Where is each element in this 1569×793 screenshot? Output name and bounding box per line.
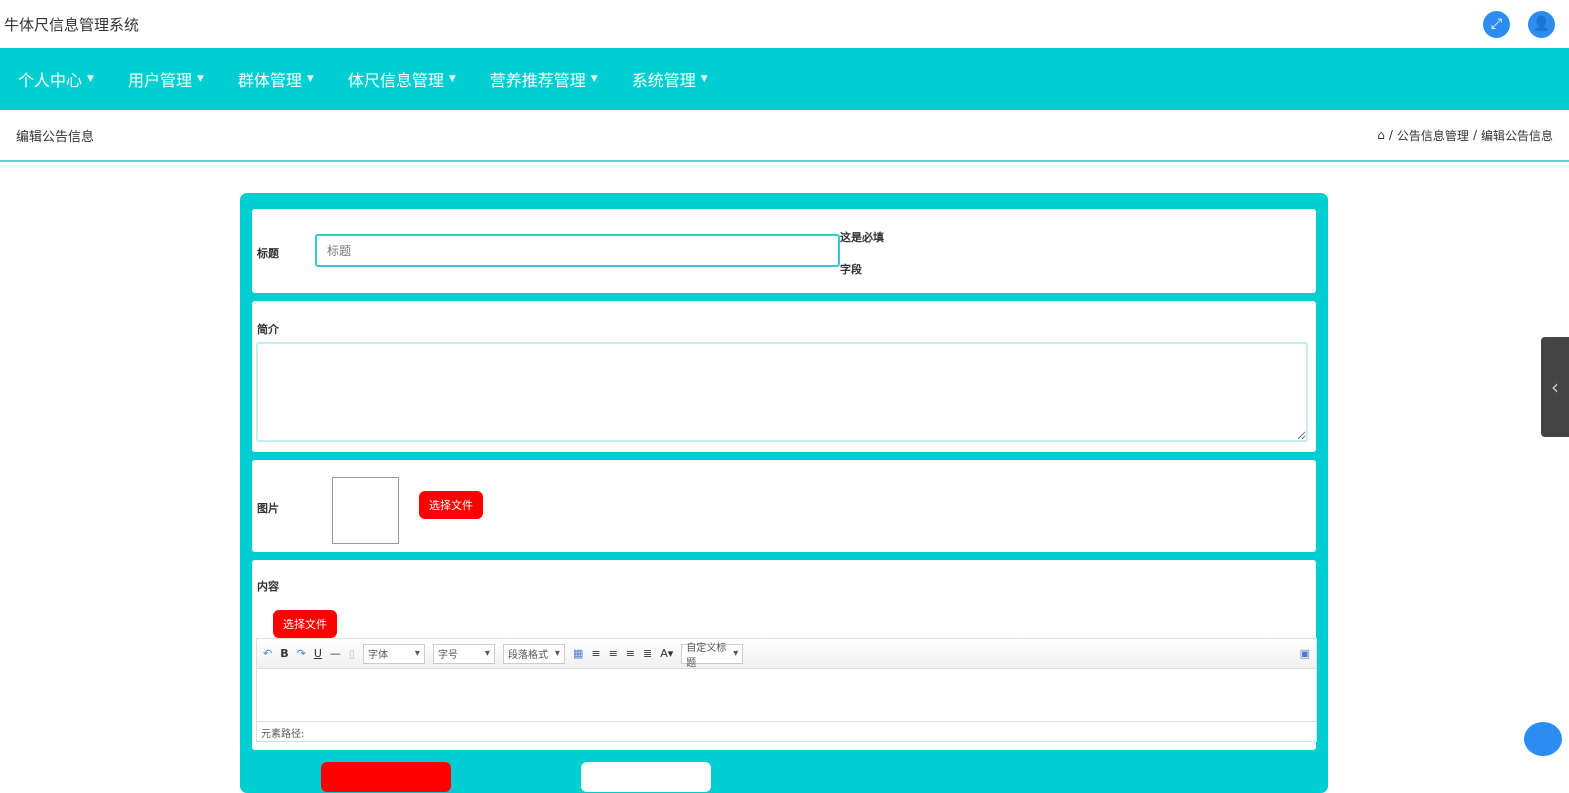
nav-groups[interactable]: 群体管理 ▼ [238,67,314,91]
caret-down-icon: ▼ [448,74,456,84]
bold-icon[interactable]: B [280,647,288,660]
nav-label: 系统管理 [631,71,696,90]
editor-toolbar: ↶ B ↷ U — ▯ 字体 ▾ 字号 ▾ 段落格式 ▾ ▦ ≡ ≡ ≡ ≣ A▾ 自… [257,639,1316,669]
fullscreen-icon[interactable]: ⤢ [1483,10,1510,38]
nav-label: 体尺信息管理 [347,71,444,90]
nav-label: 营养推荐管理 [489,71,586,90]
justify-icon[interactable]: ≣ [643,647,652,660]
redo-icon[interactable]: ↷ [297,647,306,660]
side-panel-toggle[interactable]: ‹ [1541,337,1569,437]
align-right-icon[interactable]: ≡ [609,647,618,660]
choose-image-button[interactable]: 选择文件 [419,491,483,519]
crumb-notice[interactable]: 公告信息管理 [1397,127,1469,144]
nav-personal[interactable]: 个人中心 ▼ [18,67,94,91]
nav-measure[interactable]: 体尺信息管理 ▼ [348,67,456,91]
cancel-button[interactable] [581,762,711,792]
element-path: 元素路径: [257,721,1316,741]
undo-icon[interactable]: ↶ [263,647,272,660]
preview-icon[interactable]: ▣ [1300,647,1310,660]
content-label: 内容 [257,580,279,593]
title-label: 标题 [257,247,279,260]
align-center-icon[interactable]: ≡ [626,647,635,660]
nav-label: 个人中心 [18,71,83,90]
title-section: 标题 这是必填 字段 [252,209,1316,293]
nav-system[interactable]: 系统管理 ▼ [632,67,708,91]
submit-button[interactable] [321,762,451,792]
title-input[interactable] [315,234,840,267]
image-preview [332,477,399,544]
page-icon[interactable]: ▯ [349,647,355,660]
caret-down-icon: ▼ [87,74,94,84]
intro-section: 简介 [252,301,1316,452]
edit-form: 标题 这是必填 字段 简介 图片 选择文件 内容 选择文件 ↶ B ↷ U — … [240,193,1328,793]
underline-icon[interactable]: U [314,647,322,660]
horizontal-rule-icon[interactable]: — [330,647,341,660]
top-bar: 牛体尺信息管理系统 ⤢ 👤 [0,0,1569,48]
chat-float-button[interactable] [1524,722,1562,756]
table-icon[interactable]: ▦ [573,647,583,660]
intro-textarea[interactable] [256,342,1308,442]
image-label: 图片 [257,502,279,515]
breadcrumb-bar: 编辑公告信息 ⌂ / 公告信息管理 / 编辑公告信息 [0,110,1569,162]
intro-label: 简介 [257,323,279,336]
required-hint-2: 字段 [840,263,862,276]
caret-down-icon: ▼ [700,74,708,84]
caret-down-icon: ▼ [196,74,204,84]
content-section: 内容 选择文件 ↶ B ↷ U — ▯ 字体 ▾ 字号 ▾ 段落格式 ▾ ▦ ≡ ≡ … [252,560,1317,750]
main-nav: 个人中心 ▼ 用户管理 ▼ 群体管理 ▼ 体尺信息管理 ▼ 营养推荐管理 ▼ 系统管理 ▼ [0,48,1569,110]
nav-nutrition[interactable]: 营养推荐管理 ▼ [490,67,598,91]
custom-heading-select[interactable]: 自定义标题 ▾ [681,643,744,669]
size-select[interactable]: 字号 ▾ [432,643,495,664]
breadcrumb: ⌂ / 公告信息管理 / 编辑公告信息 [1377,127,1553,144]
required-hint: 这是必填 [840,231,884,244]
rich-text-editor: ↶ B ↷ U — ▯ 字体 ▾ 字号 ▾ 段落格式 ▾ ▦ ≡ ≡ ≡ ≣ A▾ 自… [256,638,1317,742]
paragraph-select[interactable]: 段落格式 ▾ [502,643,565,664]
choose-content-file-button[interactable]: 选择文件 [273,610,337,638]
editor-body[interactable] [257,669,1316,721]
app-title: 牛体尺信息管理系统 [4,15,140,34]
caret-down-icon: ▼ [306,74,314,84]
home-icon[interactable]: ⌂ [1377,128,1385,142]
page-title: 编辑公告信息 [16,129,95,145]
caret-down-icon: ▼ [590,74,598,84]
user-icon[interactable]: 👤 [1528,10,1555,38]
nav-users[interactable]: 用户管理 ▼ [128,67,204,91]
image-section: 图片 选择文件 [252,460,1316,552]
nav-label: 群体管理 [237,71,302,90]
font-select[interactable]: 字体 ▾ [362,643,425,664]
nav-label: 用户管理 [127,71,192,90]
align-left-icon[interactable]: ≡ [591,647,600,660]
crumb-current: 编辑公告信息 [1480,128,1553,143]
font-color-icon[interactable]: A▾ [660,647,673,660]
